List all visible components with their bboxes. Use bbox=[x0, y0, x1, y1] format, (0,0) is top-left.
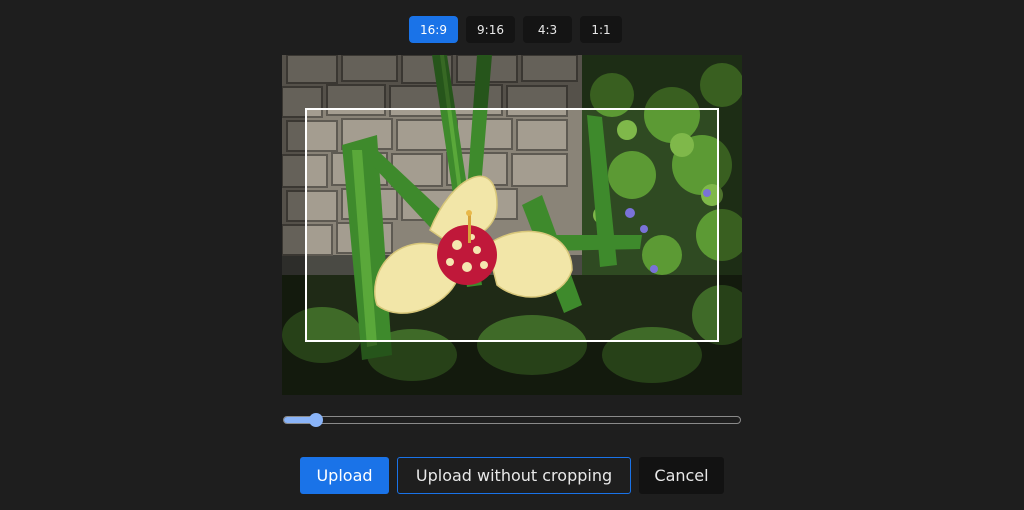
aspect-ratio-4-3-button[interactable]: 4:3 bbox=[523, 16, 572, 43]
cancel-button[interactable]: Cancel bbox=[639, 457, 724, 494]
aspect-ratio-16-9-button[interactable]: 16:9 bbox=[409, 16, 458, 43]
aspect-ratio-9-16-button[interactable]: 9:16 bbox=[466, 16, 515, 43]
slider-thumb[interactable] bbox=[309, 413, 323, 427]
crop-selection-box[interactable] bbox=[305, 108, 719, 342]
image-preview bbox=[282, 55, 742, 395]
aspect-ratio-1-1-button[interactable]: 1:1 bbox=[580, 16, 622, 43]
upload-button[interactable]: Upload bbox=[300, 457, 389, 494]
slider-track[interactable] bbox=[283, 416, 741, 424]
aspect-ratio-selector: 16:9 9:16 4:3 1:1 bbox=[409, 16, 622, 43]
zoom-slider[interactable] bbox=[283, 413, 741, 427]
action-buttons: Upload Upload without cropping Cancel bbox=[300, 457, 724, 494]
upload-without-cropping-button[interactable]: Upload without cropping bbox=[397, 457, 631, 494]
